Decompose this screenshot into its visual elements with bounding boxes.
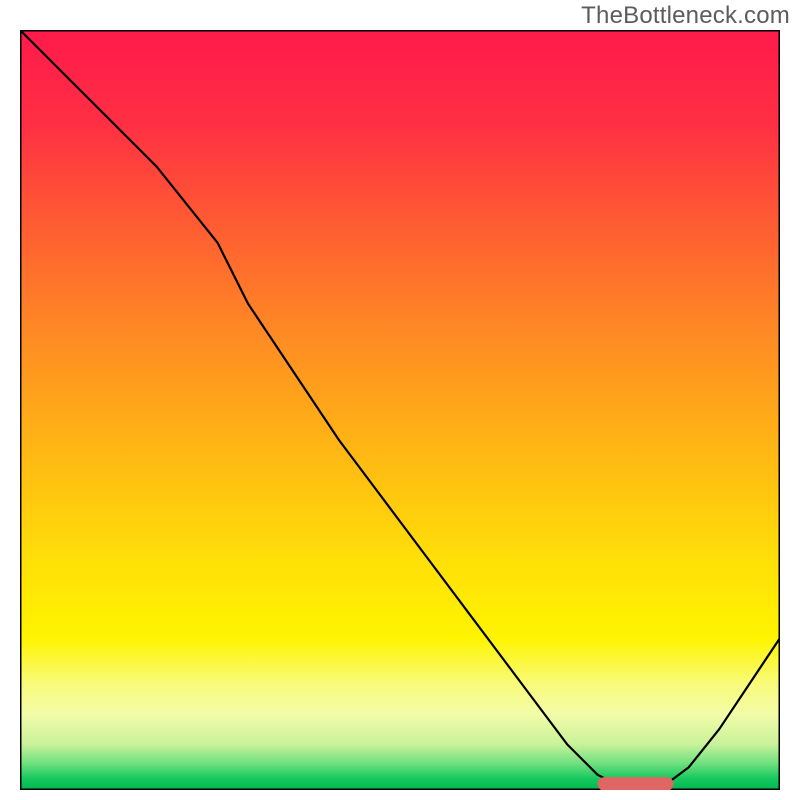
chart-area	[20, 30, 780, 790]
chart-svg	[20, 30, 780, 790]
watermark-text: TheBottleneck.com	[581, 2, 790, 30]
optimal-range-marker	[598, 777, 674, 790]
